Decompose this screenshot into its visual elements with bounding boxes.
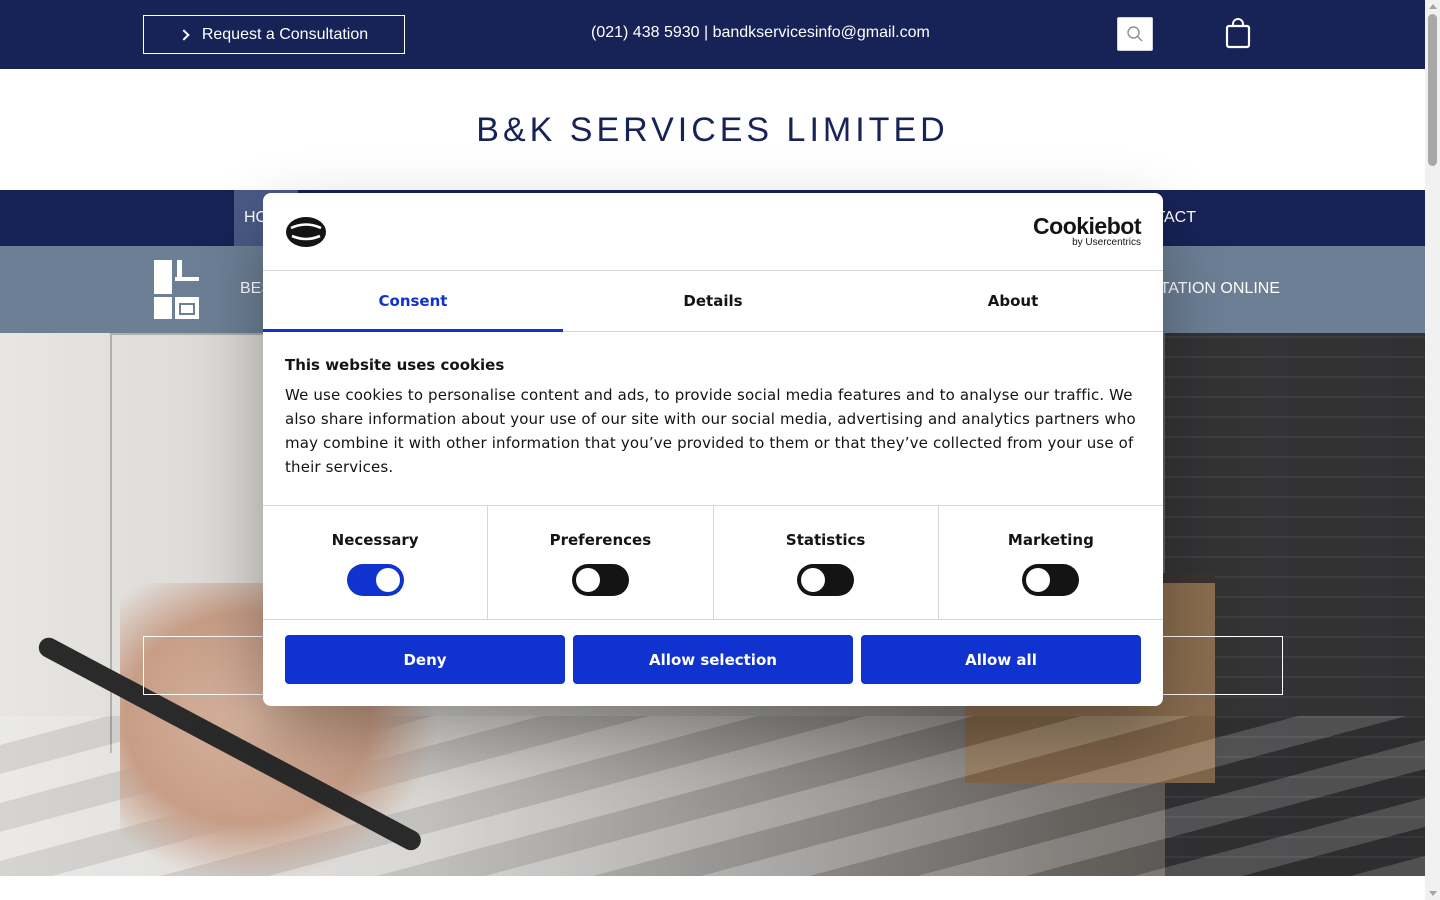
tab-about[interactable]: About xyxy=(863,271,1163,331)
dialog-description: We use cookies to personalise content an… xyxy=(285,386,1136,476)
dialog-header: Cookiebot by Usercentrics xyxy=(263,193,1163,271)
dialog-body: This website uses cookies We use cookies… xyxy=(263,332,1163,506)
allow-all-button[interactable]: Allow all xyxy=(861,635,1141,684)
request-consultation-button[interactable]: Request a Consultation xyxy=(143,15,405,54)
brand-header: B&K SERVICES LIMITED xyxy=(0,69,1425,190)
cookiebot-brand[interactable]: Cookiebot by Usercentrics xyxy=(1033,215,1141,249)
company-logo[interactable] xyxy=(153,259,201,321)
site-title[interactable]: B&K SERVICES LIMITED xyxy=(476,111,948,150)
dialog-tabs: Consent Details About xyxy=(263,271,1163,332)
scroll-thumb[interactable] xyxy=(1428,14,1437,166)
tab-details[interactable]: Details xyxy=(563,271,863,331)
category-preferences: Preferences xyxy=(488,506,714,619)
deny-button[interactable]: Deny xyxy=(285,635,565,684)
search-button[interactable] xyxy=(1117,17,1153,51)
search-icon xyxy=(1127,26,1143,42)
toggle-knob xyxy=(1026,568,1051,592)
scroll-down-arrow-icon[interactable] xyxy=(1429,891,1437,896)
category-label: Statistics xyxy=(785,531,866,549)
top-bar: Request a Consultation (021) 438 5930 | … xyxy=(0,0,1425,69)
preferences-toggle[interactable] xyxy=(571,564,629,596)
chevron-right-icon xyxy=(178,28,190,41)
category-statistics: Statistics xyxy=(714,506,939,619)
toggle-knob xyxy=(375,568,400,592)
category-marketing: Marketing xyxy=(939,506,1163,619)
category-label: Necessary xyxy=(331,531,419,549)
contact-info: (021) 438 5930 | bandkservicesinfo@gmail… xyxy=(591,24,930,41)
cookie-categories: Necessary Preferences Statistics Marketi… xyxy=(263,506,1163,620)
cookie-consent-dialog: Cookiebot by Usercentrics Consent Detail… xyxy=(263,193,1163,706)
toggle-knob xyxy=(575,568,600,592)
dialog-actions: Deny Allow selection Allow all xyxy=(263,620,1163,699)
dialog-heading: This website uses cookies xyxy=(285,356,505,374)
tab-consent[interactable]: Consent xyxy=(263,271,563,332)
request-consultation-label: Request a Consultation xyxy=(201,25,369,43)
toggle-knob xyxy=(801,568,826,592)
scroll-up-arrow-icon[interactable] xyxy=(1429,4,1437,9)
page-scrollbar[interactable] xyxy=(1425,0,1440,900)
marketing-toggle[interactable] xyxy=(1022,564,1080,596)
category-label: Preferences xyxy=(549,531,652,549)
cookiebot-logo-icon xyxy=(286,217,326,247)
cookiebot-brand-name: Cookiebot xyxy=(1033,213,1141,239)
category-necessary: Necessary xyxy=(263,506,489,619)
allow-selection-button[interactable]: Allow selection xyxy=(573,635,853,684)
category-label: Marketing xyxy=(1007,531,1094,549)
necessary-toggle[interactable] xyxy=(346,564,404,596)
statistics-toggle[interactable] xyxy=(797,564,855,596)
shopping-bag-icon[interactable] xyxy=(1224,17,1252,49)
